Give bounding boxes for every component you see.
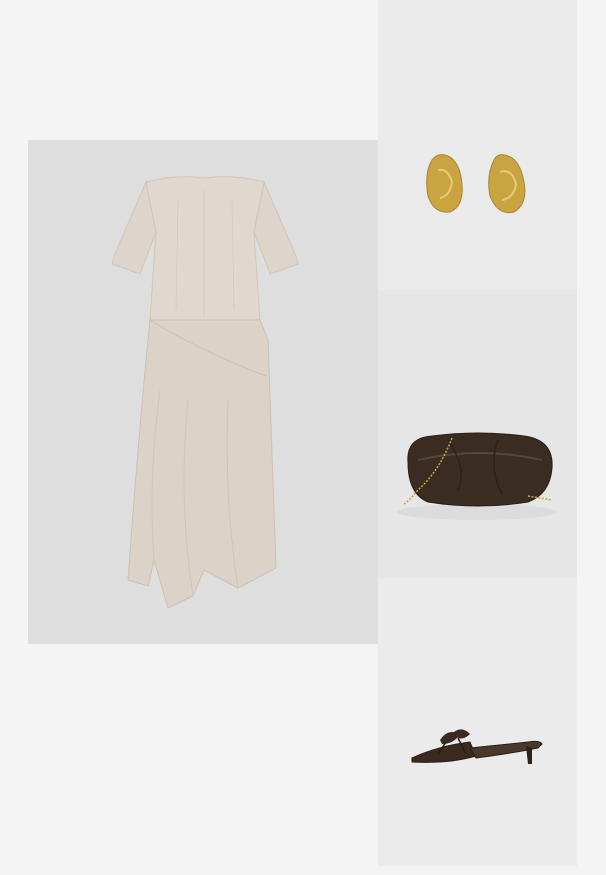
earring-left	[426, 154, 463, 213]
earrings-illustration	[426, 154, 526, 214]
earring-right	[488, 154, 526, 214]
earrings-image-panel[interactable]	[378, 0, 577, 290]
dress-image-panel[interactable]	[28, 140, 378, 644]
dress-illustration	[111, 176, 299, 609]
bag-body	[407, 432, 553, 507]
clutch-bag-illustration	[397, 432, 557, 520]
mule-bow	[440, 729, 470, 744]
dress-bodice	[145, 176, 265, 321]
mule-shoe-image-panel[interactable]	[378, 578, 577, 866]
mule-kitten-heel	[526, 746, 532, 764]
dress-skirt	[127, 319, 277, 609]
clutch-bag-image-panel[interactable]	[378, 290, 577, 578]
mule-shoe-illustration	[411, 729, 543, 764]
